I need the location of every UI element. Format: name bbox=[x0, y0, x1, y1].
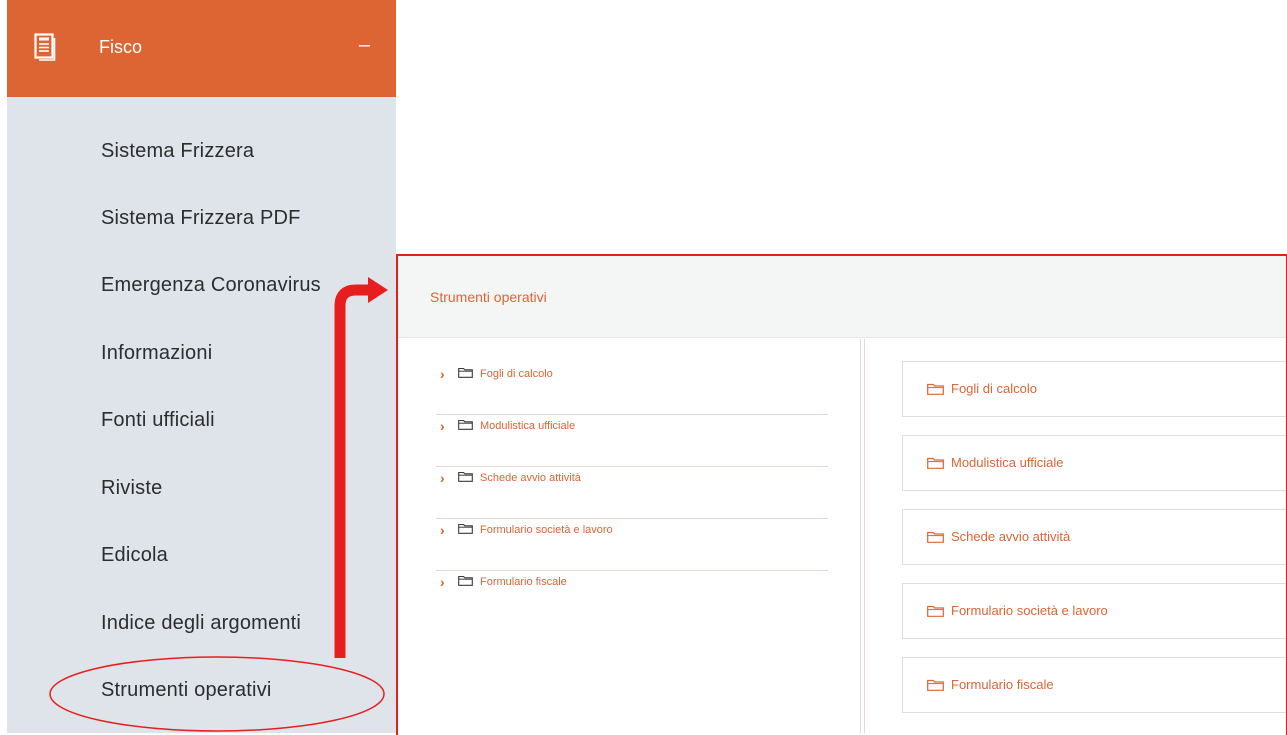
folder-card-schede-avvio-attivita[interactable]: Schede avvio attività bbox=[902, 509, 1287, 565]
tree-item-formulario-societa-e-lavoro[interactable]: › Formulario società e lavoro bbox=[436, 519, 828, 571]
folder-card-label: Modulistica ufficiale bbox=[951, 455, 1064, 470]
tree-item-schede-avvio-attivita[interactable]: › Schede avvio attività bbox=[436, 467, 828, 519]
sidebar-item-edicola[interactable]: Edicola bbox=[101, 544, 168, 567]
folder-card-label: Fogli di calcolo bbox=[951, 381, 1037, 396]
tree-item-fogli-di-calcolo[interactable]: › Fogli di calcolo bbox=[436, 363, 828, 415]
sidebar-item-informazioni[interactable]: Informazioni bbox=[101, 342, 212, 365]
folder-icon bbox=[927, 679, 944, 691]
folder-icon bbox=[458, 523, 473, 534]
strumenti-operativi-panel: Strumenti operativi › Fogli di calcolo ›… bbox=[396, 255, 1287, 733]
tree-item-modulistica-ufficiale[interactable]: › Modulistica ufficiale bbox=[436, 415, 828, 467]
tree-item-formulario-fiscale[interactable]: › Formulario fiscale bbox=[436, 571, 828, 622]
folder-card-formulario-fiscale[interactable]: Formulario fiscale bbox=[902, 657, 1287, 713]
tree-item-label: Formulario società e lavoro bbox=[480, 524, 613, 536]
tree-item-label: Schede avvio attività bbox=[480, 472, 581, 484]
folder-icon bbox=[458, 367, 473, 378]
sidebar: Fisco – Sistema Frizzera Sistema Frizzer… bbox=[7, 0, 396, 733]
folder-icon bbox=[458, 471, 473, 482]
sidebar-item-indice-degli-argomenti[interactable]: Indice degli argomenti bbox=[101, 612, 301, 635]
tree-item-label: Formulario fiscale bbox=[480, 576, 567, 588]
folder-icon bbox=[458, 419, 473, 430]
sidebar-item-emergenza-coronavirus[interactable]: Emergenza Coronavirus bbox=[101, 274, 321, 297]
chevron-right-icon[interactable]: › bbox=[440, 522, 445, 538]
collapse-toggle[interactable]: – bbox=[359, 34, 370, 57]
chevron-right-icon[interactable]: › bbox=[440, 470, 445, 486]
sidebar-header-title: Fisco bbox=[99, 37, 143, 57]
tree-item-label: Modulistica ufficiale bbox=[480, 420, 576, 432]
folder-tree: › Fogli di calcolo › Modulistica ufficia… bbox=[436, 363, 828, 622]
sidebar-item-sistema-frizzera-pdf[interactable]: Sistema Frizzera PDF bbox=[101, 207, 301, 230]
sidebar-item-riviste[interactable]: Riviste bbox=[101, 477, 162, 500]
folder-card-label: Formulario fiscale bbox=[951, 677, 1054, 692]
panel-title: Strumenti operativi bbox=[430, 289, 547, 305]
folder-card-fogli-di-calcolo[interactable]: Fogli di calcolo bbox=[902, 361, 1287, 417]
chevron-right-icon[interactable]: › bbox=[440, 366, 445, 382]
folder-card-label: Formulario società e lavoro bbox=[951, 603, 1108, 618]
folder-icon bbox=[458, 575, 473, 586]
panel-header: Strumenti operativi bbox=[396, 255, 1287, 338]
document-icon bbox=[34, 33, 56, 61]
folder-icon bbox=[927, 531, 944, 543]
tree-item-label: Fogli di calcolo bbox=[480, 368, 553, 380]
folder-card-formulario-societa-e-lavoro[interactable]: Formulario società e lavoro bbox=[902, 583, 1287, 639]
folder-card-modulistica-ufficiale[interactable]: Modulistica ufficiale bbox=[902, 435, 1287, 491]
folder-card-label: Schede avvio attività bbox=[951, 529, 1071, 544]
folder-icon bbox=[927, 383, 944, 395]
column-divider bbox=[860, 339, 865, 733]
folder-icon bbox=[927, 457, 944, 469]
sidebar-header-fisco[interactable]: Fisco – bbox=[7, 0, 396, 97]
chevron-right-icon[interactable]: › bbox=[440, 418, 445, 434]
sidebar-item-strumenti-operativi[interactable]: Strumenti operativi bbox=[101, 679, 272, 702]
sidebar-item-fonti-ufficiali[interactable]: Fonti ufficiali bbox=[101, 409, 215, 432]
sidebar-item-sistema-frizzera[interactable]: Sistema Frizzera bbox=[101, 140, 254, 163]
chevron-right-icon[interactable]: › bbox=[440, 574, 445, 590]
folder-icon bbox=[927, 605, 944, 617]
